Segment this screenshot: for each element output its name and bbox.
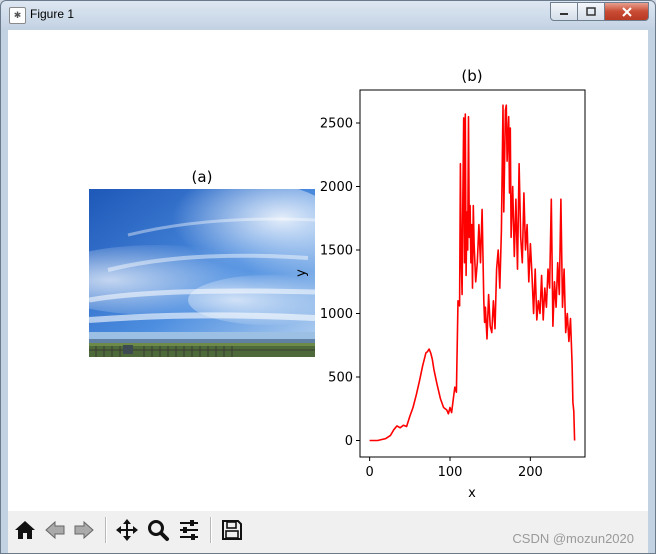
close-icon bbox=[621, 6, 632, 17]
forward-arrow-icon bbox=[74, 520, 94, 540]
y-tick-label: 2500 bbox=[320, 117, 353, 132]
chart-title: (b) bbox=[461, 67, 482, 85]
home-button[interactable] bbox=[11, 516, 39, 544]
x-tick-label: 0 bbox=[366, 465, 374, 480]
left-subplot-title: (a) bbox=[192, 168, 213, 186]
save-button[interactable] bbox=[218, 516, 246, 544]
back-button[interactable] bbox=[41, 516, 69, 544]
title-bar[interactable]: ✱ Figure 1 bbox=[1, 1, 655, 29]
pan-icon bbox=[116, 519, 138, 541]
sky-photo bbox=[89, 189, 315, 357]
zoom-button[interactable] bbox=[144, 516, 172, 544]
minimize-icon bbox=[560, 12, 568, 15]
toolbar-separator bbox=[210, 517, 212, 543]
x-tick-label: 100 bbox=[438, 465, 463, 480]
forward-button[interactable] bbox=[70, 516, 98, 544]
y-tick-label: 0 bbox=[345, 434, 353, 449]
y-tick-label: 1000 bbox=[320, 307, 353, 322]
minimize-button[interactable] bbox=[550, 2, 578, 21]
maximize-button[interactable] bbox=[577, 2, 605, 21]
pan-button[interactable] bbox=[113, 516, 141, 544]
x-axis-ticks: 0 100 200 bbox=[366, 457, 543, 480]
toolbar-separator bbox=[105, 517, 107, 543]
figure-canvas[interactable]: (a) (b) 0 500 1000 1500 2000 2500 0 100 … bbox=[8, 30, 648, 511]
y-tick-label: 2000 bbox=[320, 180, 353, 195]
figure-svg: (a) (b) 05001000150020002500 0 100 200 x… bbox=[89, 67, 586, 501]
close-button[interactable] bbox=[604, 2, 649, 21]
watermark-text: CSDN @mozun2020 bbox=[512, 531, 634, 546]
figure-app-icon: ✱ bbox=[9, 7, 26, 24]
series-line bbox=[369, 104, 576, 442]
back-arrow-icon bbox=[45, 520, 65, 540]
window-controls bbox=[550, 2, 649, 21]
y-axis-label: y bbox=[294, 269, 309, 277]
save-icon bbox=[222, 520, 242, 540]
configure-subplots-button[interactable] bbox=[175, 516, 203, 544]
configure-subplots-icon bbox=[180, 520, 198, 540]
window-title: Figure 1 bbox=[30, 7, 75, 21]
x-tick-label: 200 bbox=[518, 465, 543, 480]
y-tick-label: 1500 bbox=[320, 244, 353, 259]
y-axis-ticks: 0 500 1000 1500 2000 2500 bbox=[320, 117, 360, 449]
x-axis-label: x bbox=[468, 486, 476, 501]
home-icon bbox=[15, 521, 35, 539]
figure-window: ✱ Figure 1 (a) (b) 0 500 1000 1500 2000 … bbox=[0, 0, 656, 554]
navigation-toolbar: CSDN @mozun2020 bbox=[8, 511, 648, 553]
y-tick-label: 500 bbox=[328, 370, 353, 385]
maximize-icon bbox=[586, 6, 596, 16]
zoom-icon bbox=[148, 520, 169, 541]
